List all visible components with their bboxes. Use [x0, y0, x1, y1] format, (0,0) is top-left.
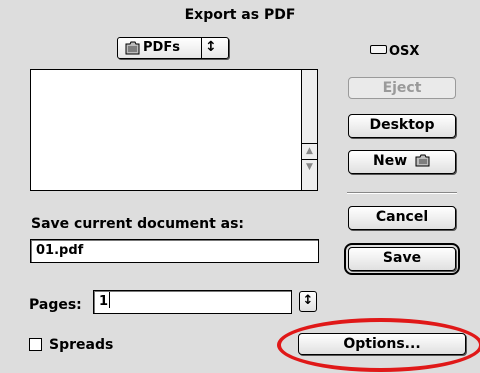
popup-divider: [201, 38, 202, 58]
pages-input[interactable]: 1: [93, 290, 292, 314]
options-button[interactable]: Options...: [298, 333, 466, 355]
folder-popup-menu[interactable]: PDFs ↕: [117, 37, 229, 59]
desktop-button[interactable]: Desktop: [348, 114, 456, 138]
drive-indicator[interactable]: OSX: [370, 44, 419, 59]
drive-label: OSX: [389, 44, 420, 59]
new-folder-label: New: [372, 153, 408, 169]
filename-input[interactable]: 01.pdf: [30, 239, 319, 263]
file-list[interactable]: ▲ ▼: [30, 69, 318, 191]
new-folder-icon: [415, 154, 430, 167]
pages-stepper[interactable]: ↕: [299, 291, 317, 312]
text-cursor: [109, 292, 111, 308]
eject-button[interactable]: Eject: [348, 77, 456, 99]
button-divider: [347, 192, 457, 194]
cancel-button[interactable]: Cancel: [348, 206, 456, 230]
folder-icon: [125, 41, 140, 55]
spreads-checkbox[interactable]: [29, 338, 42, 351]
spreads-label[interactable]: Spreads: [49, 337, 113, 353]
pages-label: Pages:: [29, 297, 82, 313]
new-folder-button[interactable]: New: [348, 150, 456, 174]
pages-value: 1: [99, 294, 109, 309]
filename-value: 01.pdf: [36, 243, 84, 258]
scroll-up-arrow[interactable]: ▲: [302, 143, 317, 159]
folder-popup-label: PDFs: [143, 40, 180, 55]
save-button[interactable]: Save: [344, 243, 460, 275]
popup-arrows-icon: ↕: [205, 39, 217, 55]
dialog-title: Export as PDF: [184, 7, 296, 23]
hard-drive-icon: [370, 45, 387, 54]
scroll-down-arrow[interactable]: ▼: [302, 159, 317, 175]
save-as-label: Save current document as:: [31, 216, 245, 232]
file-list-scrollbar[interactable]: ▲ ▼: [301, 70, 317, 190]
